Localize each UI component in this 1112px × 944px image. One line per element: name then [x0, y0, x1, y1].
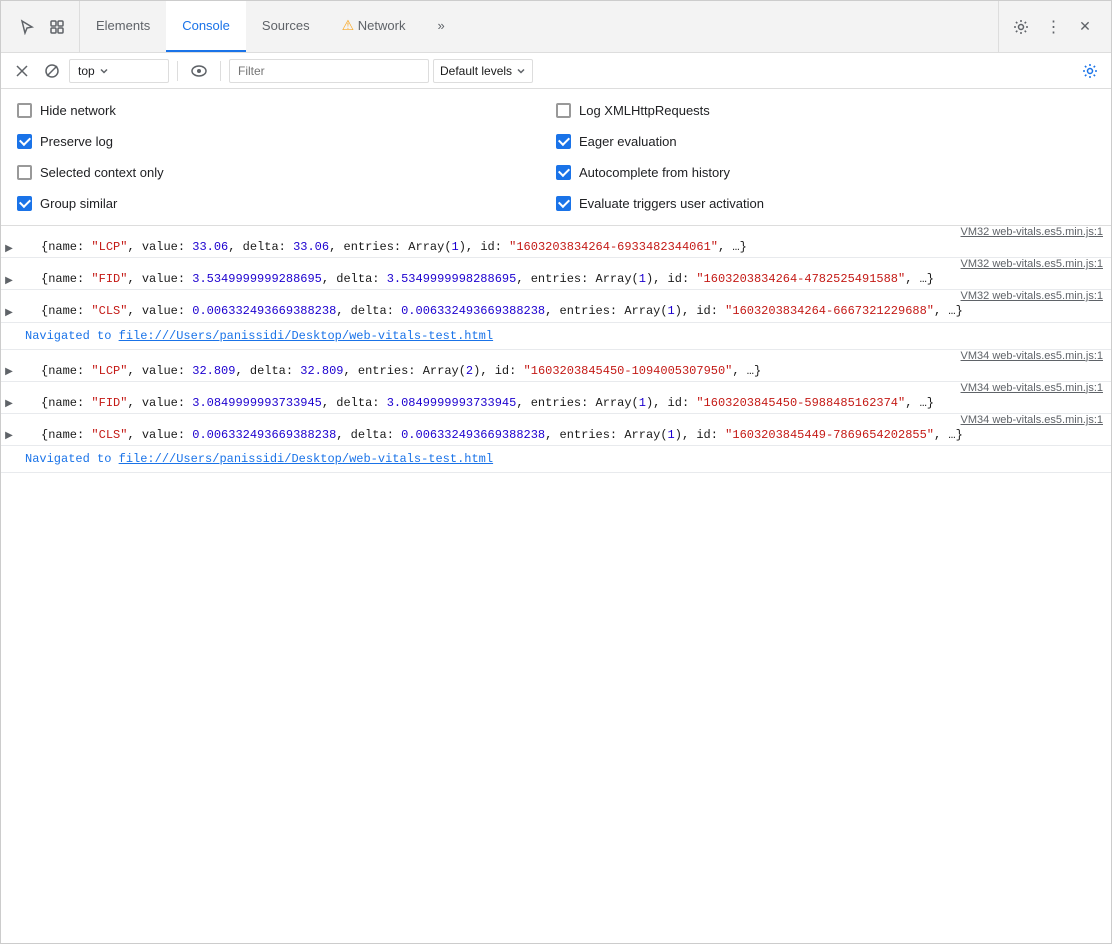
log-source: VM34 web-vitals.es5.min.js:1	[1, 414, 1111, 426]
log-entry-inner: ▶{name: "CLS", value: 0.0063324936693882…	[1, 302, 1111, 321]
group-similar-label[interactable]: Group similar	[40, 196, 117, 211]
chevron-down-icon	[99, 66, 109, 76]
expand-arrow[interactable]: ▶	[1, 396, 17, 412]
tab-sources[interactable]: Sources	[246, 1, 326, 52]
hide-network-label[interactable]: Hide network	[40, 103, 116, 118]
expand-arrow[interactable]: ▶	[1, 240, 17, 256]
log-entry-inner: ▶{name: "CLS", value: 0.0063324936693882…	[1, 426, 1111, 445]
eager-evaluation-checkbox[interactable]	[556, 134, 571, 149]
tab-more[interactable]: »	[421, 1, 460, 52]
three-dots-icon: ⋮	[1046, 17, 1061, 37]
nav-link[interactable]: file:///Users/panissidi/Desktop/web-vita…	[119, 452, 493, 466]
tab-elements[interactable]: Elements	[80, 1, 166, 52]
log-entry-inner: ▶{name: "LCP", value: 32.809, delta: 32.…	[1, 362, 1111, 381]
source-link[interactable]: VM34 web-vitals.es5.min.js:1	[961, 414, 1103, 426]
source-link[interactable]: VM32 web-vitals.es5.min.js:1	[961, 226, 1103, 238]
settings-icon-btn[interactable]	[1007, 13, 1035, 41]
context-selector[interactable]: top	[69, 59, 169, 83]
log-entry-inner: ▶{name: "FID", value: 3.5349999999288695…	[1, 270, 1111, 289]
tab-bar: Elements Console Sources ⚠ Network » ⋮ ✕	[1, 1, 1111, 53]
autocomplete-checkbox[interactable]	[556, 165, 571, 180]
block-icon-btn[interactable]	[39, 58, 65, 84]
log-entry: VM32 web-vitals.es5.min.js:1▶{name: "FID…	[1, 258, 1111, 290]
settings-panel: Hide network Log XMLHttpRequests Preserv…	[1, 89, 1111, 226]
log-source: VM32 web-vitals.es5.min.js:1	[1, 226, 1111, 238]
log-entry: VM32 web-vitals.es5.min.js:1▶{name: "CLS…	[1, 290, 1111, 322]
expand-arrow[interactable]: ▶	[1, 428, 17, 444]
levels-label: Default levels	[440, 64, 512, 78]
selected-context-checkbox[interactable]	[17, 165, 32, 180]
close-icon: ✕	[1079, 18, 1091, 35]
setting-autocomplete: Autocomplete from history	[556, 159, 1095, 186]
devtools-right-icons: ⋮ ✕	[998, 1, 1107, 52]
expand-arrow[interactable]: ▶	[1, 272, 17, 288]
expand-arrow[interactable]: ▶	[1, 304, 17, 320]
setting-preserve-log: Preserve log	[17, 128, 556, 155]
tabs-list: Elements Console Sources ⚠ Network »	[80, 1, 998, 52]
evaluate-triggers-checkbox[interactable]	[556, 196, 571, 211]
setting-evaluate-triggers: Evaluate triggers user activation	[556, 190, 1095, 217]
console-settings-btn[interactable]	[1077, 58, 1103, 84]
filter-input[interactable]	[229, 59, 429, 83]
evaluate-triggers-label[interactable]: Evaluate triggers user activation	[579, 196, 764, 211]
source-link[interactable]: VM32 web-vitals.es5.min.js:1	[961, 258, 1103, 270]
levels-selector[interactable]: Default levels	[433, 59, 533, 83]
toolbar-divider-2	[220, 61, 221, 81]
log-source: VM34 web-vitals.es5.min.js:1	[1, 350, 1111, 362]
more-options-btn[interactable]: ⋮	[1039, 13, 1067, 41]
log-entry: VM34 web-vitals.es5.min.js:1▶{name: "CLS…	[1, 414, 1111, 446]
setting-eager-evaluation: Eager evaluation	[556, 128, 1095, 155]
tab-console[interactable]: Console	[166, 1, 246, 52]
toolbar-divider-1	[177, 61, 178, 81]
cursor-icon-btn[interactable]	[13, 13, 41, 41]
expand-arrow[interactable]: ▶	[1, 364, 17, 380]
eye-icon-btn[interactable]	[186, 58, 212, 84]
setting-log-xmlhttp: Log XMLHttpRequests	[556, 97, 1095, 124]
log-source: VM34 web-vitals.es5.min.js:1	[1, 382, 1111, 394]
eager-evaluation-label[interactable]: Eager evaluation	[579, 134, 677, 149]
log-entry: VM32 web-vitals.es5.min.js:1▶{name: "LCP…	[1, 226, 1111, 258]
log-source: VM32 web-vitals.es5.min.js:1	[1, 290, 1111, 302]
close-devtools-btn[interactable]: ✕	[1071, 13, 1099, 41]
log-xmlhttp-label[interactable]: Log XMLHttpRequests	[579, 103, 710, 118]
nav-message: Navigated to file:///Users/panissidi/Des…	[1, 446, 1111, 473]
log-entry: VM34 web-vitals.es5.min.js:1▶{name: "FID…	[1, 382, 1111, 414]
element-picker-btn[interactable]	[43, 13, 71, 41]
console-toolbar: top Default levels	[1, 53, 1111, 89]
log-source: VM32 web-vitals.es5.min.js:1	[1, 258, 1111, 270]
selected-context-label[interactable]: Selected context only	[40, 165, 164, 180]
source-link[interactable]: VM34 web-vitals.es5.min.js:1	[961, 350, 1103, 362]
setting-selected-context: Selected context only	[17, 159, 556, 186]
preserve-log-checkbox[interactable]	[17, 134, 32, 149]
log-entry-inner: ▶{name: "FID", value: 3.0849999993733945…	[1, 394, 1111, 413]
levels-chevron-icon	[516, 66, 526, 76]
setting-hide-network: Hide network	[17, 97, 556, 124]
source-link[interactable]: VM34 web-vitals.es5.min.js:1	[961, 382, 1103, 394]
console-log-area: VM32 web-vitals.es5.min.js:1▶{name: "LCP…	[1, 226, 1111, 473]
log-entry-inner: ▶{name: "LCP", value: 33.06, delta: 33.0…	[1, 238, 1111, 257]
setting-group-similar: Group similar	[17, 190, 556, 217]
autocomplete-label[interactable]: Autocomplete from history	[579, 165, 730, 180]
clear-console-btn[interactable]	[9, 58, 35, 84]
context-value: top	[78, 64, 95, 78]
hide-network-checkbox[interactable]	[17, 103, 32, 118]
nav-message: Navigated to file:///Users/panissidi/Des…	[1, 323, 1111, 350]
log-xmlhttp-checkbox[interactable]	[556, 103, 571, 118]
group-similar-checkbox[interactable]	[17, 196, 32, 211]
nav-link[interactable]: file:///Users/panissidi/Desktop/web-vita…	[119, 329, 493, 343]
warning-icon: ⚠	[342, 17, 355, 34]
source-link[interactable]: VM32 web-vitals.es5.min.js:1	[961, 290, 1103, 302]
tab-network[interactable]: ⚠ Network	[326, 1, 422, 52]
devtools-left-icons	[5, 1, 80, 52]
preserve-log-label[interactable]: Preserve log	[40, 134, 113, 149]
log-entry: VM34 web-vitals.es5.min.js:1▶{name: "LCP…	[1, 350, 1111, 382]
